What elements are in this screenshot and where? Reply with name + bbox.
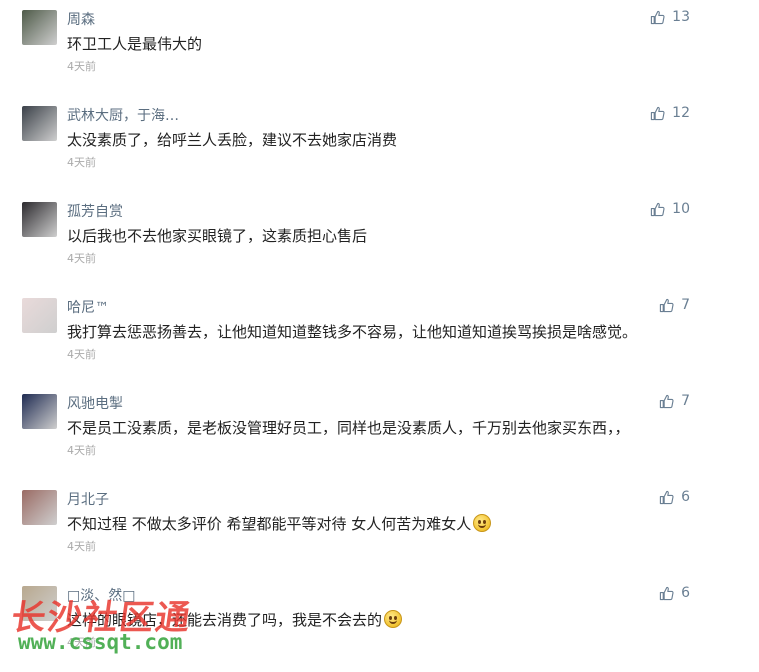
- comment-username[interactable]: 武林大厨，于海…: [67, 105, 179, 125]
- comment-time: 4天前: [67, 444, 96, 457]
- comment-text: 不知过程 不做太多评价 希望都能平等对待 女人何苦为难女人: [67, 513, 492, 534]
- like-button[interactable]: 13: [650, 9, 690, 25]
- comment-username[interactable]: 哈尼™: [67, 297, 109, 317]
- comment-username[interactable]: □淡、然□: [67, 585, 135, 605]
- comment-username[interactable]: 风驰电掣: [67, 393, 123, 413]
- comment-item: □淡、然□ 这样的眼镜店，还能去消费了吗，我是不会去的 4天前 6: [0, 576, 759, 672]
- like-button[interactable]: 7: [659, 393, 690, 409]
- comment-text-content: 不知过程 不做太多评价 希望都能平等对待 女人何苦为难女人: [67, 515, 472, 533]
- comment-item: 孤芳自赏以后我也不去他家买眼镜了，这素质担心售后 4天前 10: [0, 192, 759, 288]
- comment-text-content: 以后我也不去他家买眼镜了，这素质担心售后: [67, 227, 368, 245]
- comment-username[interactable]: 月北子: [67, 489, 109, 509]
- comment-item: 月北子不知过程 不做太多评价 希望都能平等对待 女人何苦为难女人 4天前 6: [0, 480, 759, 576]
- avatar[interactable]: [22, 10, 57, 45]
- comment-item: 武林大厨，于海… 太没素质了，给呼兰人丢脸，建议不去她家店消费 4天前 12: [0, 96, 759, 192]
- avatar[interactable]: [22, 298, 57, 333]
- thumbs-up-icon: [659, 298, 674, 313]
- avatar[interactable]: [22, 490, 57, 525]
- like-count: 7: [681, 297, 690, 313]
- comment-time: 4天前: [67, 636, 96, 649]
- avatar[interactable]: [22, 394, 57, 429]
- like-count: 6: [681, 585, 690, 601]
- comment-time: 4天前: [67, 540, 96, 553]
- comment-time: 4天前: [67, 60, 96, 73]
- comment-text-content: 不是员工没素质，是老板没管理好员工，同样也是没素质人，千万别去他家买东西，，: [67, 419, 630, 437]
- thumbs-up-icon: [659, 586, 674, 601]
- like-button[interactable]: 6: [659, 585, 690, 601]
- comment-text-content: 这样的眼镜店，还能去消费了吗，我是不会去的: [67, 611, 383, 629]
- comment-text: 太没素质了，给呼兰人丢脸，建议不去她家店消费: [67, 129, 397, 150]
- comment-time: 4天前: [67, 252, 96, 265]
- thumbs-up-icon: [650, 10, 665, 25]
- comment-item: 风驰电掣不是员工没素质，是老板没管理好员工，同样也是没素质人，千万别去他家买东西…: [0, 384, 759, 480]
- like-button[interactable]: 6: [659, 489, 690, 505]
- smiley-emoji-icon: [384, 610, 403, 628]
- comment-text-content: 环卫工人是最伟大的: [67, 35, 203, 53]
- thumbs-up-icon: [659, 394, 674, 409]
- avatar[interactable]: [22, 106, 57, 141]
- comment-text-content: 太没素质了，给呼兰人丢脸，建议不去她家店消费: [67, 131, 398, 149]
- comment-text: 以后我也不去他家买眼镜了，这素质担心售后: [67, 225, 367, 246]
- comment-text: 我打算去惩恶扬善去，让他知道知道整钱多不容易，让他知道知道挨骂挨损是啥感觉。: [67, 321, 637, 342]
- thumbs-up-icon: [650, 106, 665, 121]
- smiley-emoji-icon: [473, 514, 492, 532]
- comment-item: 哈尼™ 我打算去惩恶扬善去，让他知道知道整钱多不容易，让他知道知道挨骂挨损是啥感觉…: [0, 288, 759, 384]
- like-count: 12: [672, 105, 690, 121]
- comment-time: 4天前: [67, 348, 96, 361]
- thumbs-up-icon: [659, 490, 674, 505]
- like-button[interactable]: 12: [650, 105, 690, 121]
- comment-text: 不是员工没素质，是老板没管理好员工，同样也是没素质人，千万别去他家买东西，，: [67, 417, 630, 438]
- like-count: 6: [681, 489, 690, 505]
- comment-item: 周森环卫工人是最伟大的 4天前 13: [0, 0, 759, 96]
- comment-username[interactable]: 周森: [67, 9, 95, 29]
- comment-username[interactable]: 孤芳自赏: [67, 201, 123, 221]
- comment-text-content: 我打算去惩恶扬善去，让他知道知道整钱多不容易，让他知道知道挨骂挨损是啥感觉。: [67, 323, 638, 341]
- like-count: 10: [672, 201, 690, 217]
- comment-time: 4天前: [67, 156, 96, 169]
- like-button[interactable]: 7: [659, 297, 690, 313]
- like-count: 13: [672, 9, 690, 25]
- comment-text: 环卫工人是最伟大的: [67, 33, 202, 54]
- avatar[interactable]: [22, 586, 57, 621]
- comment-text: 这样的眼镜店，还能去消费了吗，我是不会去的: [67, 609, 403, 630]
- thumbs-up-icon: [650, 202, 665, 217]
- avatar[interactable]: [22, 202, 57, 237]
- like-count: 7: [681, 393, 690, 409]
- like-button[interactable]: 10: [650, 201, 690, 217]
